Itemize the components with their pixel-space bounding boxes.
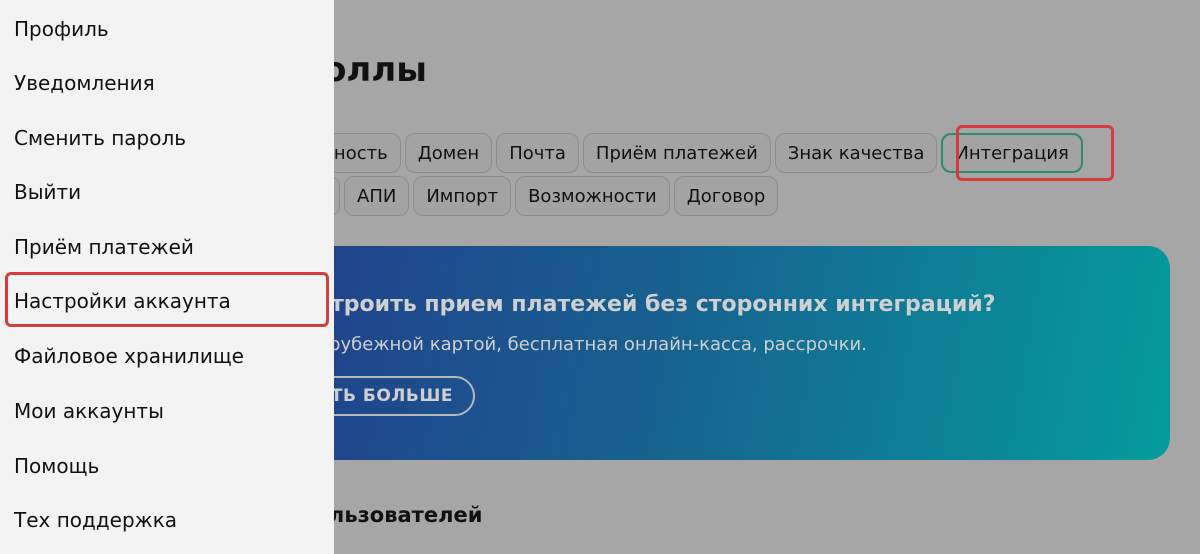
tab-import[interactable]: Импорт	[413, 176, 512, 216]
tab-api[interactable]: АПИ	[344, 176, 410, 216]
menu-item-notifications[interactable]: Уведомления	[14, 68, 324, 98]
account-menu: Профиль Уведомления Сменить пароль Выйти…	[0, 0, 334, 554]
banner-text: арубежной картой, бесплатная онлайн-касс…	[318, 334, 867, 355]
account-settings-highlight	[5, 272, 329, 327]
promo-banner: строить прием платежей без сторонних инт…	[270, 246, 1170, 460]
tab-domain[interactable]: Домен	[404, 133, 493, 173]
integration-tab-highlight	[956, 125, 1114, 181]
tab-payments[interactable]: Приём платежей	[582, 133, 771, 173]
tab-features[interactable]: Возможности	[515, 176, 670, 216]
tabs-row-2: АПИ Импорт Возможности Договор	[300, 176, 779, 216]
menu-item-file-storage[interactable]: Файловое хранилище	[14, 341, 324, 371]
banner-title: строить прием платежей без сторонних инт…	[318, 292, 996, 317]
tab-mail[interactable]: Почта	[496, 133, 579, 173]
menu-item-help[interactable]: Помощь	[14, 451, 324, 481]
menu-item-payments[interactable]: Приём платежей	[14, 232, 324, 262]
menu-item-my-accounts[interactable]: Мои аккаунты	[14, 396, 324, 426]
tab-contract[interactable]: Договор	[673, 176, 779, 216]
menu-item-support[interactable]: Тех поддержка	[14, 505, 324, 535]
tab-quality-mark[interactable]: Знак качества	[774, 133, 938, 173]
menu-item-logout[interactable]: Выйти	[14, 177, 324, 207]
menu-item-change-password[interactable]: Сменить пароль	[14, 123, 324, 153]
menu-item-profile[interactable]: Профиль	[14, 14, 324, 44]
